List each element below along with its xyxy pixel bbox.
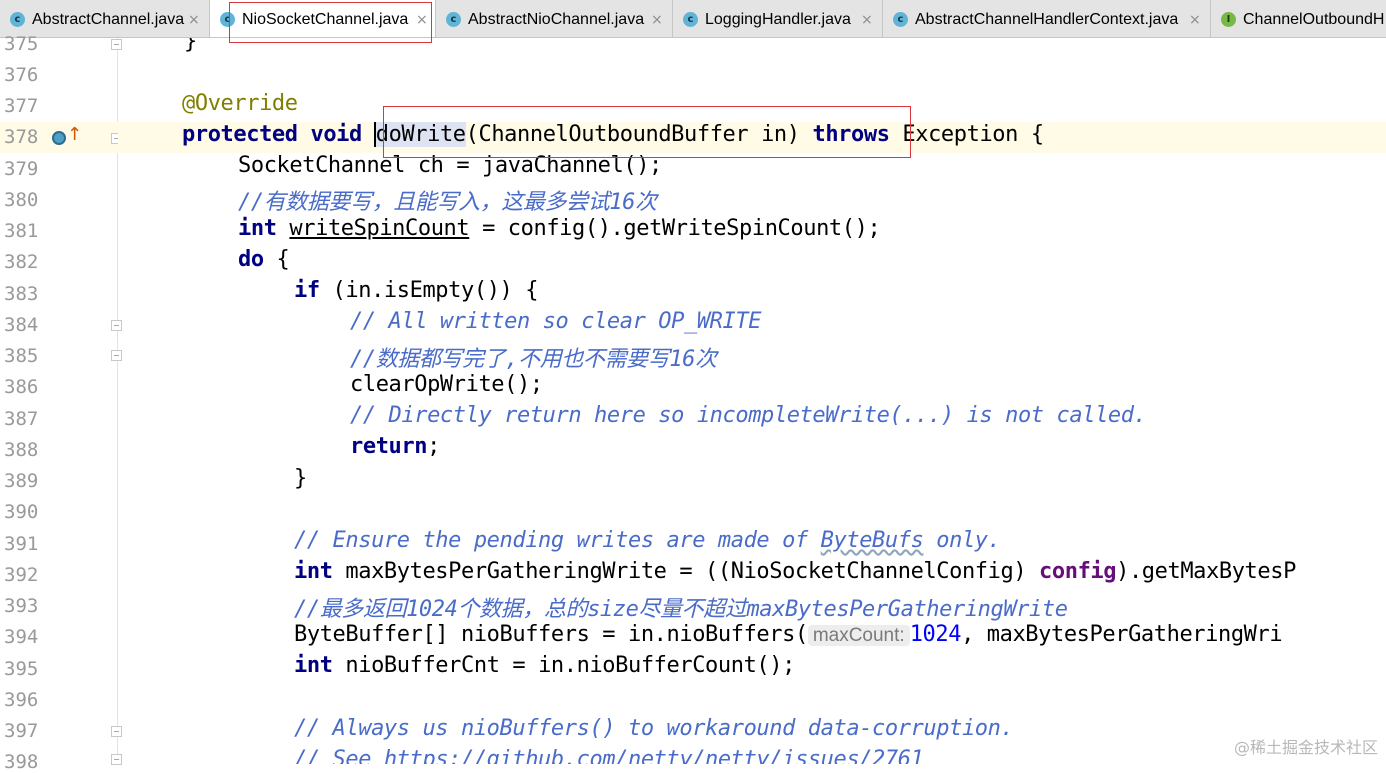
watermark: @稀土掘金技术社区	[1233, 738, 1378, 757]
code-line-380: //有数据要写，且能写入，这最多尝试16次	[238, 190, 657, 215]
line-number: 376	[4, 64, 39, 86]
tab-label: ChannelOutboundH	[1243, 11, 1385, 28]
class-icon: c	[220, 12, 235, 27]
tab-channel-outbound-handler[interactable]: I ChannelOutboundH	[1211, 0, 1386, 37]
line-number: 380	[4, 189, 39, 211]
method-name-doWrite[interactable]: doWrite	[375, 122, 466, 147]
code-line-382: do {	[238, 247, 290, 272]
line-number: 391	[4, 533, 39, 555]
code-line-398: // See https://github.com/netty/netty/is…	[294, 747, 924, 764]
line-number: 375	[4, 33, 39, 55]
code-line-393: //最多返回1024个数据，总的size尽量不超过maxBytesPerGath…	[294, 597, 1068, 622]
line-number: 382	[4, 251, 39, 273]
line-number: 394	[4, 626, 39, 648]
code-line-385: //数据都写完了,不用也不需要写16次	[350, 347, 717, 372]
line-number: 389	[4, 470, 39, 492]
class-icon: c	[446, 12, 461, 27]
class-icon: c	[10, 12, 25, 27]
tab-abstract-nio-channel[interactable]: c AbstractNioChannel.java ×	[436, 0, 673, 37]
close-icon[interactable]: ×	[1189, 0, 1201, 37]
code-line-387: // Directly return here so incompleteWri…	[350, 403, 1147, 428]
line-number: 386	[4, 376, 39, 398]
code-editor[interactable]: } @Override protected void doWrite(Chann…	[118, 38, 1386, 764]
tab-label: NioSocketChannel.java	[242, 11, 409, 28]
code-line-378: protected void doWrite(ChannelOutboundBu…	[118, 122, 1386, 153]
editor-tab-bar: c AbstractChannel.java × c NioSocketChan…	[0, 0, 1386, 38]
line-number: 385	[4, 345, 39, 367]
line-number: 395	[4, 658, 39, 680]
code-line-386: clearOpWrite();	[350, 372, 543, 397]
line-number: 384	[4, 314, 39, 336]
tab-label: AbstractNioChannel.java	[468, 11, 645, 28]
tab-label: LoggingHandler.java	[705, 11, 851, 28]
interface-icon: I	[1221, 12, 1236, 27]
code-line-384: // All written so clear OP_WRITE	[350, 309, 762, 334]
override-marker-icon[interactable]	[52, 131, 66, 145]
tab-abstract-channel-handler-context[interactable]: c AbstractChannelHandlerContext.java ×	[883, 0, 1211, 37]
code-line-397: // Always us nioBuffers() to workaround …	[294, 716, 1014, 741]
code-line-377: @Override	[182, 91, 298, 116]
code-line-394: ByteBuffer[] nioBuffers = in.nioBuffers(…	[294, 622, 1283, 647]
line-number: 381	[4, 220, 39, 242]
line-number: 390	[4, 501, 39, 523]
line-number: 387	[4, 408, 39, 430]
code-line-388: return;	[350, 434, 440, 459]
code-line-381: int writeSpinCount = config().getWriteSp…	[238, 216, 881, 241]
implements-up-arrow-icon[interactable]: ↑	[67, 124, 82, 145]
line-number: 397	[4, 720, 39, 742]
tab-nio-socket-channel[interactable]: c NioSocketChannel.java ×	[210, 0, 436, 37]
line-number: 398	[4, 751, 39, 773]
close-icon[interactable]: ×	[416, 0, 428, 37]
close-icon[interactable]: ×	[651, 0, 663, 37]
line-number: 393	[4, 595, 39, 617]
parameter-hint: maxCount:	[807, 625, 910, 646]
line-number: 378	[4, 126, 39, 148]
line-number: 392	[4, 564, 39, 586]
line-number: 396	[4, 689, 39, 711]
close-icon[interactable]: ×	[861, 0, 873, 37]
code-line-389: }	[294, 466, 307, 491]
code-line-395: int nioBufferCnt = in.nioBufferCount();	[294, 653, 795, 678]
line-number: 383	[4, 283, 39, 305]
line-number: 388	[4, 439, 39, 461]
code-line-383: if (in.isEmpty()) {	[294, 278, 539, 303]
code-line-379: SocketChannel ch = javaChannel();	[238, 153, 662, 178]
tab-label: AbstractChannelHandlerContext.java	[915, 11, 1179, 28]
tab-logging-handler[interactable]: c LoggingHandler.java ×	[673, 0, 883, 37]
code-line-391: // Ensure the pending writes are made of…	[294, 528, 1001, 553]
class-icon: c	[683, 12, 698, 27]
tab-label: AbstractChannel.java	[32, 11, 185, 28]
line-number: 379	[4, 158, 39, 180]
close-icon[interactable]: ×	[188, 0, 200, 37]
code-line-392: int maxBytesPerGatheringWrite = ((NioSoc…	[294, 559, 1296, 584]
class-icon: c	[893, 12, 908, 27]
line-number-gutter: 375 376 377 378 379 380 381 382 383 384 …	[0, 33, 118, 773]
line-number: 377	[4, 95, 39, 117]
code-line-375: }	[184, 38, 197, 54]
